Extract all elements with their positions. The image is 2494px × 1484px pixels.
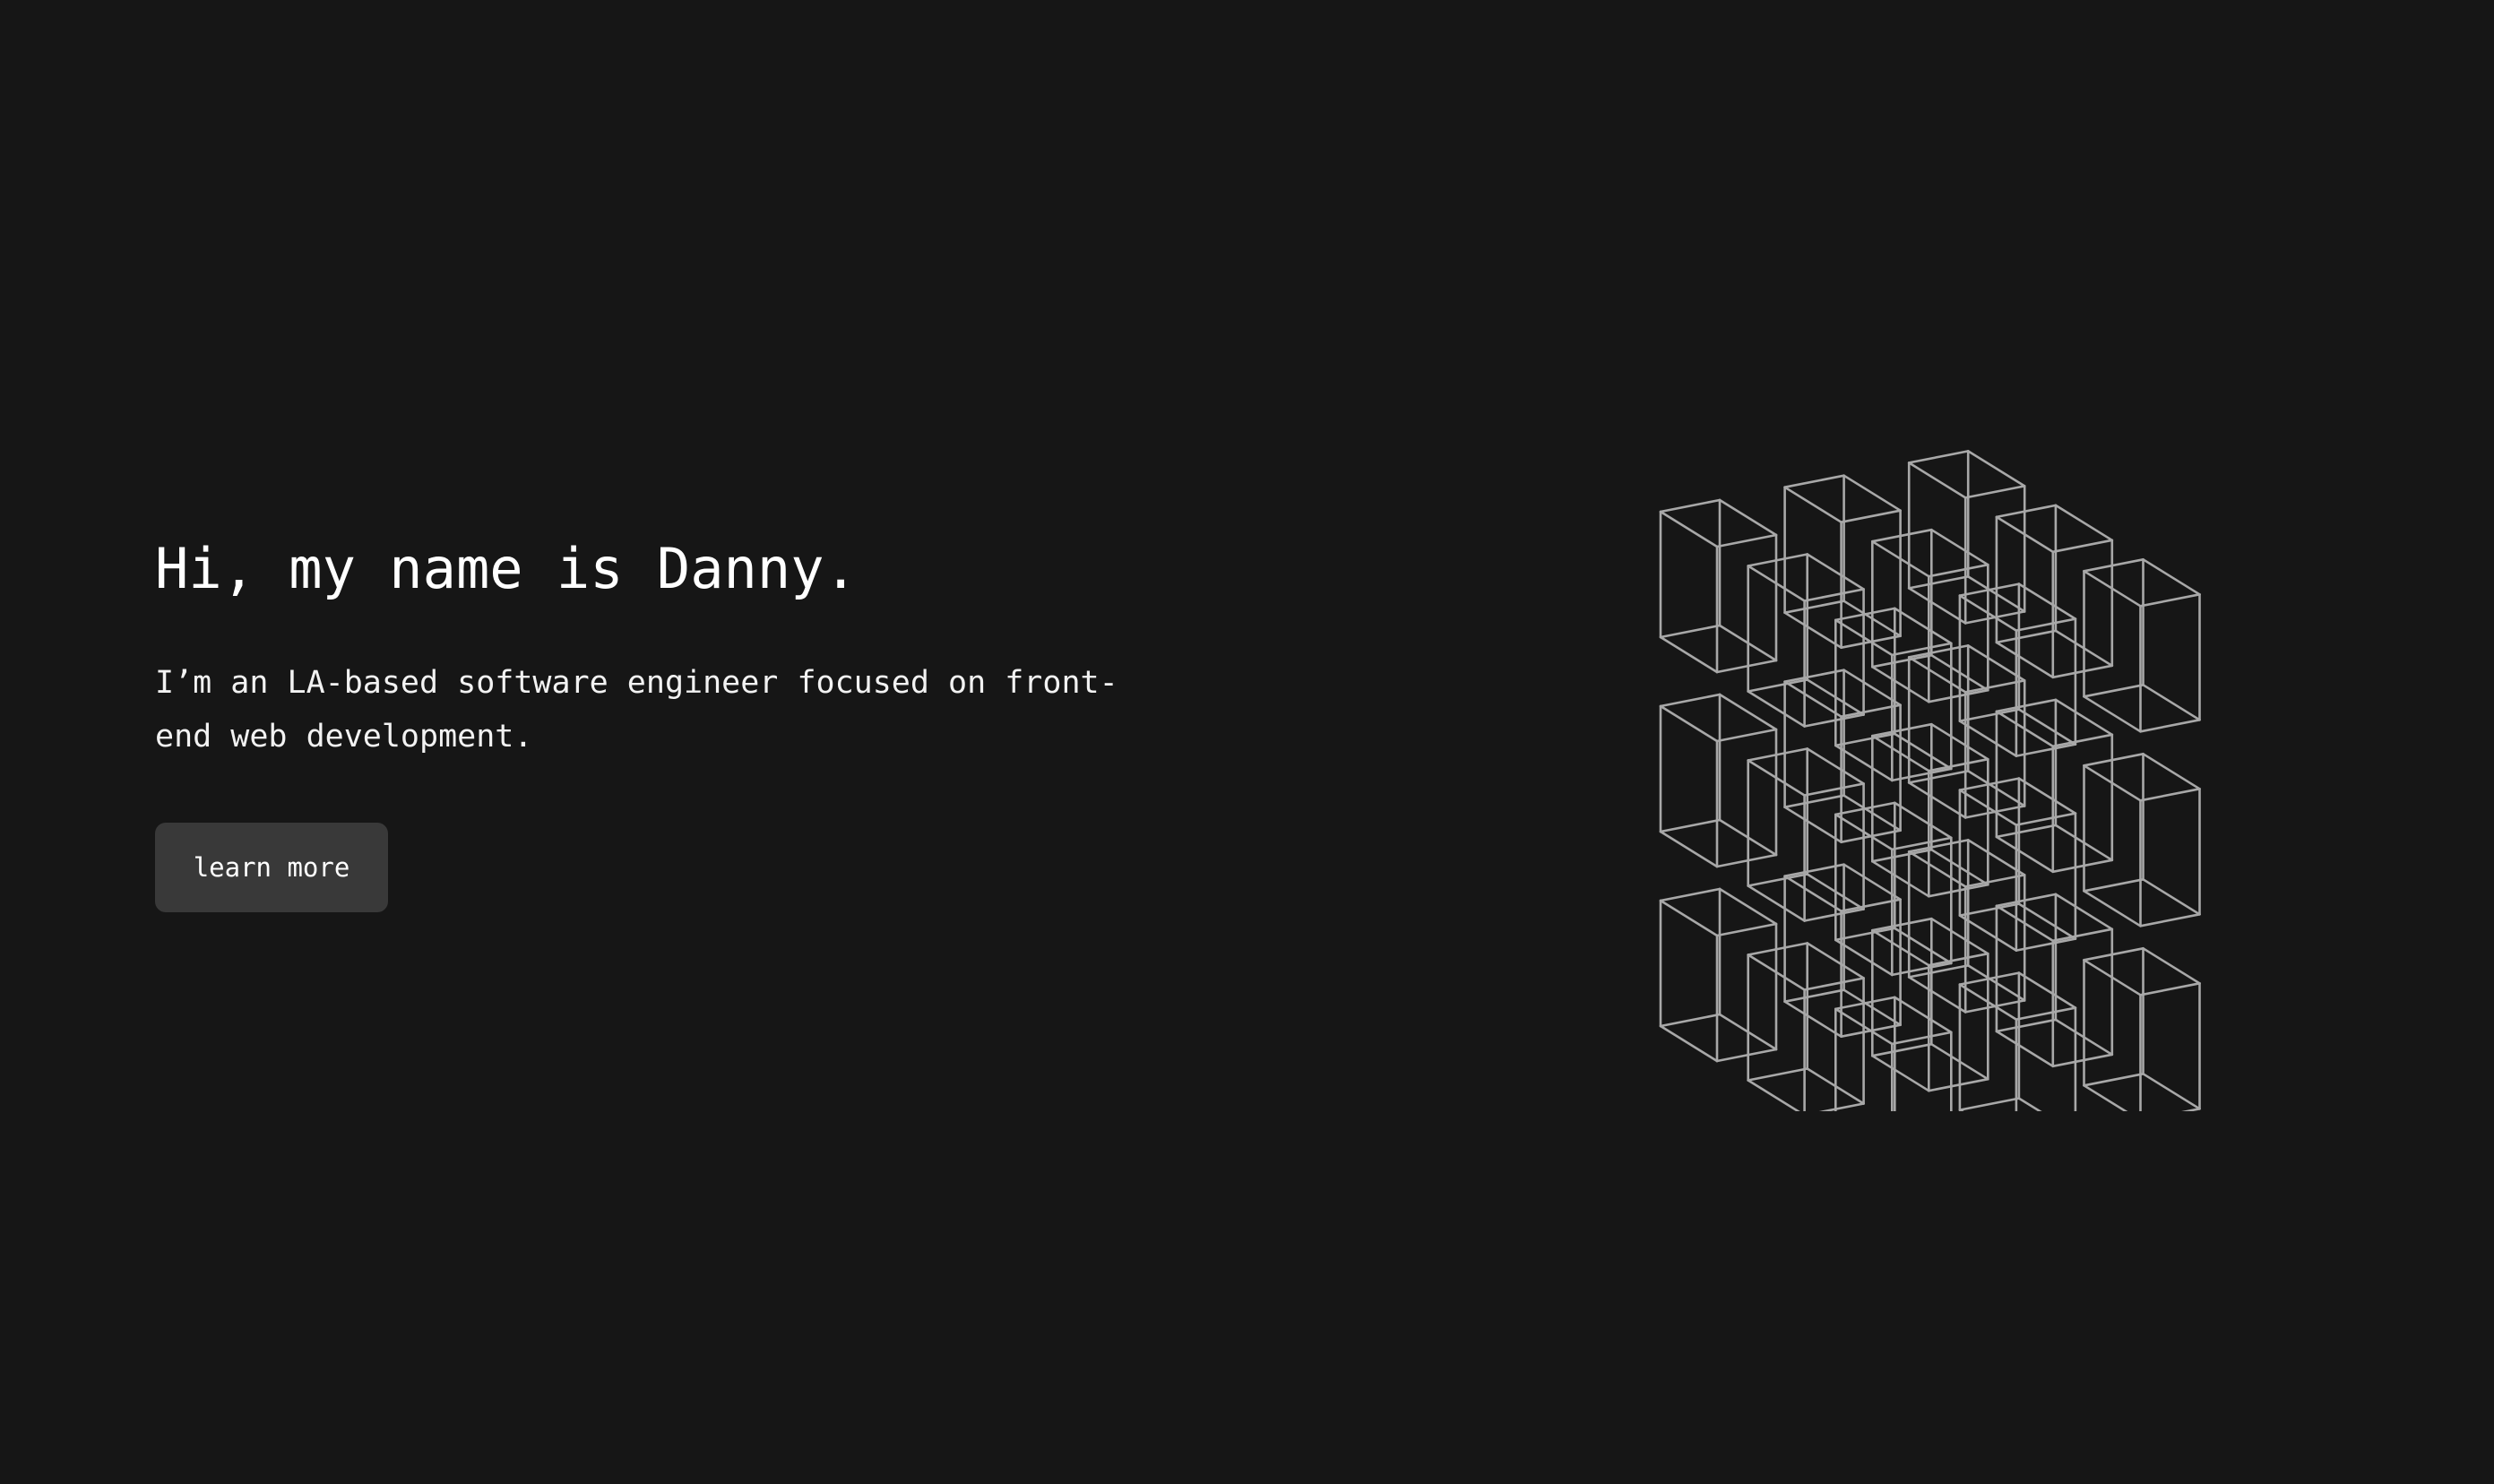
wireframe-cube [1783,474,1902,650]
wireframe-cube [1995,893,2114,1068]
wireframe-cube [1907,644,2026,819]
wireframe-cube [1871,528,1989,703]
wireframe-cube [2083,752,2201,928]
wireframe-cube [1747,747,1865,922]
wireframe-cube [1834,801,1953,977]
wireframe-cube [1958,777,2077,952]
wireframe-cube [1834,607,1953,782]
learn-more-button[interactable]: learn more [155,823,388,912]
wireframe-cube [1907,839,2026,1014]
wireframe-cube [1747,942,1865,1111]
wireframe-cube [1958,971,2077,1111]
wireframe-cubes-icon [1659,450,2201,1111]
wireframe-cube [1834,996,1953,1111]
hero-description: I’m an LA-based software engineer focuse… [155,665,1118,755]
wireframe-cube [1783,669,1902,844]
wireframe-cube [1871,722,1989,898]
wireframe-cube [2083,946,2201,1111]
wireframe-cube [1783,863,1902,1039]
wireframe-cube [1747,553,1865,728]
wireframe-cube [1995,698,2114,874]
wireframe-cube [1907,450,2026,625]
wireframe-cube [1871,917,1989,1092]
page: Hi, my name is Danny. I’m an LA-based so… [0,0,2494,1484]
wireframe-cube [2083,558,2201,733]
wireframe-cube [1995,504,2114,679]
wireframe-cube [1659,887,1778,1063]
wireframe-cube [1659,693,1778,868]
hero-title: Hi, my name is Danny. [155,536,858,601]
wireframe-cube [1659,498,1778,674]
wireframe-cube [1958,582,2077,757]
hero-section: Hi, my name is Danny. I’m an LA-based so… [155,529,1230,912]
wireframe-cubes-illustration [1644,341,2397,1111]
